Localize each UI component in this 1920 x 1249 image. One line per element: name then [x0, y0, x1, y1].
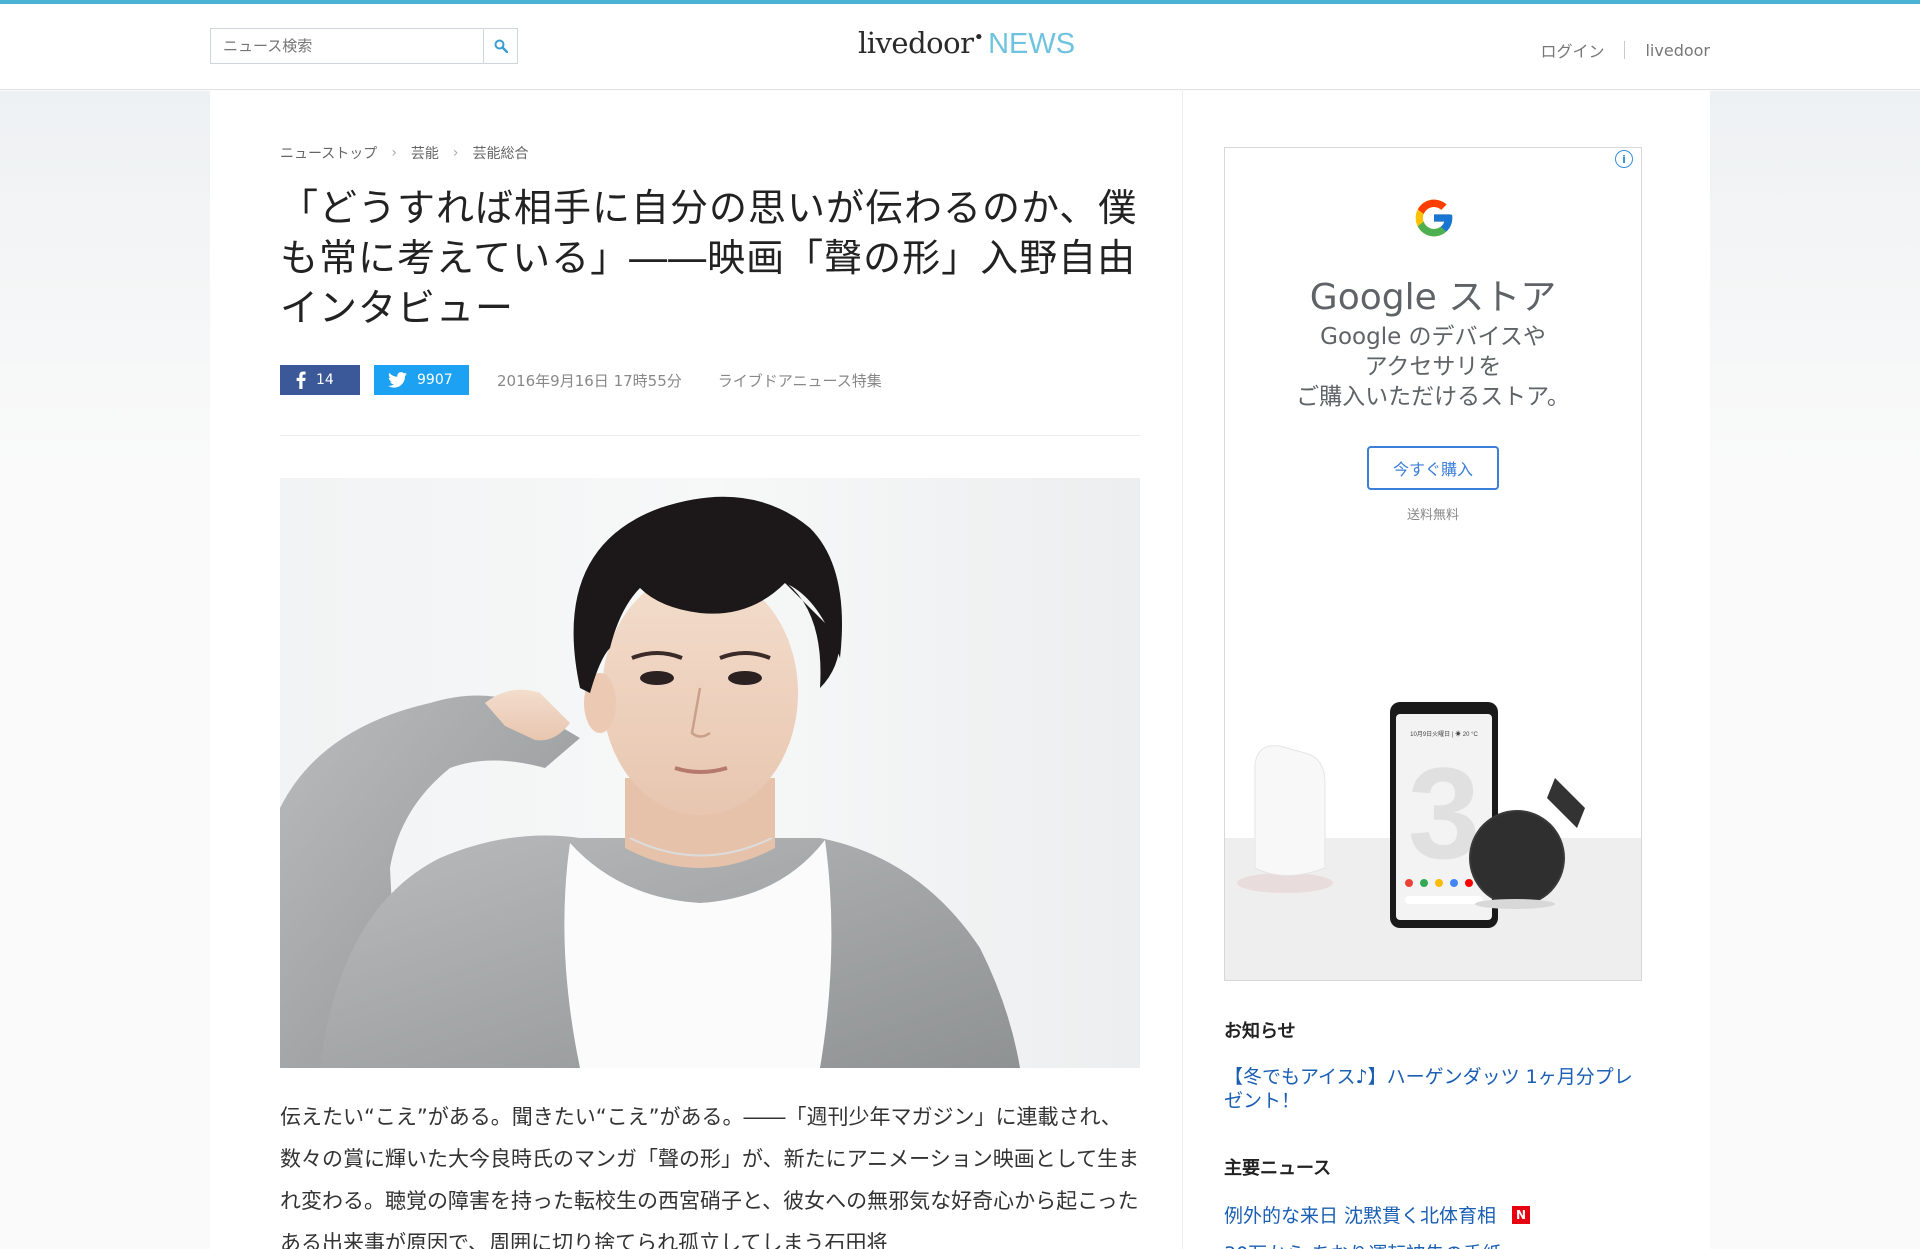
nav-divider	[1624, 41, 1626, 59]
notice-link[interactable]: 【冬でもアイス♪】ハーゲンダッツ 1ヶ月分プレゼント！	[1224, 1065, 1642, 1113]
notice-heading: お知らせ	[1224, 1021, 1296, 1042]
chevron-right-icon: ›	[391, 145, 397, 161]
main-news-item[interactable]: 例外的な来日 沈黙貫く北体育相 N	[1224, 1201, 1531, 1228]
buy-now-button[interactable]: 今すぐ購入	[1367, 446, 1499, 490]
twitter-share-button[interactable]: 9907	[374, 365, 469, 395]
ad-info-icon[interactable]: i	[1615, 150, 1633, 168]
search-input[interactable]	[211, 29, 483, 63]
main-container: ニューストップ › 芸能 › 芸能総合 「どうすれば相手に自分の思いが伝わるのか…	[210, 91, 1710, 1249]
phone-big-number: 3	[1408, 740, 1480, 886]
article-title: 「どうすれば相手に自分の思いが伝わるのか、僕も常に考えている」――映画「聲の形」…	[280, 186, 1138, 330]
article-date: 2016年9月16日 17時55分	[497, 371, 682, 390]
google-store-ad[interactable]: i Google ストア Google のデバイスや アクセサリを ご購入いただ…	[1224, 147, 1642, 981]
facebook-share-button[interactable]: 14	[280, 365, 360, 395]
livedoor-link[interactable]: livedoor	[1645, 41, 1710, 60]
breadcrumb-entertainment[interactable]: 芸能	[411, 143, 439, 163]
article-meta: 14 9907 2016年9月16日 17時55分 ライブドアニュース特集	[280, 365, 882, 395]
login-link[interactable]: ログイン	[1540, 38, 1604, 62]
article-source[interactable]: ライブドアニュース特集	[718, 370, 882, 391]
search-icon	[494, 39, 508, 53]
ad-description: Google のデバイスや アクセサリを ご購入いただけるストア。	[1296, 324, 1570, 410]
facebook-count: 14	[316, 372, 334, 388]
logo-news: NEWS	[988, 28, 1076, 60]
meta-divider	[280, 435, 1140, 436]
breadcrumb-entertainment-general[interactable]: 芸能総合	[473, 143, 529, 163]
breadcrumb-news-top[interactable]: ニューストップ	[280, 143, 377, 163]
site-header: livedoor • NEWS ログイン livedoor	[0, 4, 1920, 90]
column-divider	[1182, 91, 1183, 1249]
twitter-count: 9907	[417, 372, 453, 388]
ad-product-image: 10月9日火曜日 | ☀ 20 °C 3	[1225, 658, 1641, 980]
main-news-item[interactable]: 30万から あおり運転被告の手紙	[1224, 1239, 1501, 1249]
facebook-icon	[296, 371, 306, 389]
header-nav: ログイン livedoor	[1540, 38, 1710, 62]
news-badge: N	[1512, 1205, 1531, 1224]
main-news-item-text: 例外的な来日 沈黙貫く北体育相	[1224, 1205, 1497, 1227]
logo-dot: •	[973, 27, 985, 48]
article-photo	[280, 478, 1140, 1068]
phone-time-label: 10月9日火曜日 | ☀ 20 °C	[1410, 731, 1478, 738]
breadcrumb: ニューストップ › 芸能 › 芸能総合	[280, 143, 529, 163]
ad-shipping-note: 送料無料	[1406, 508, 1459, 523]
ad-title: Google ストア	[1309, 277, 1557, 318]
logo-livedoor: livedoor	[858, 26, 974, 60]
main-news-heading: 主要ニュース	[1224, 1158, 1332, 1179]
google-logo-icon	[1415, 199, 1453, 237]
twitter-icon	[388, 372, 407, 388]
search-box	[210, 28, 518, 64]
search-button[interactable]	[483, 29, 517, 63]
article-body: 伝えたい“こえ”がある。聞きたい“こえ”がある。――「週刊少年マガジン」に連載さ…	[280, 1105, 1140, 1249]
site-logo[interactable]: livedoor • NEWS	[858, 26, 1075, 66]
chevron-right-icon: ›	[452, 145, 459, 161]
